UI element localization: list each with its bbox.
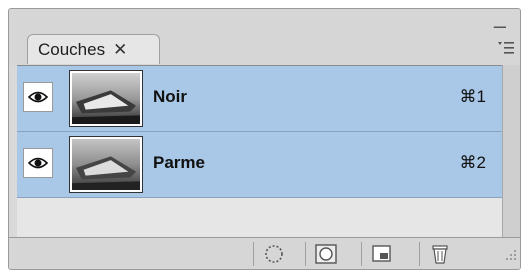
tab-label: Couches [38,39,106,59]
channel-thumbnail [69,136,143,193]
panel-menu-icon[interactable] [495,35,517,61]
channel-name: Parme [153,153,205,172]
panel-header: Couches ✕ – [9,9,520,65]
eye-icon[interactable] [23,82,53,112]
channel-list: Noir ⌘1 Parme ⌘2 [17,65,502,237]
tab-couches[interactable]: Couches ✕ [27,34,160,64]
close-icon[interactable]: ✕ [113,41,127,58]
trash-icon[interactable] [419,242,459,266]
resize-grip-icon[interactable] [503,247,517,266]
scrollbar[interactable] [502,65,520,237]
mask-icon[interactable] [305,242,345,266]
channel-row-parme[interactable]: Parme ⌘2 [17,132,502,198]
channel-name: Noir [153,87,187,106]
channel-shortcut: ⌘2 [459,153,486,172]
minimize-icon[interactable]: – [494,15,506,37]
channel-row-noir[interactable]: Noir ⌘1 [17,66,502,132]
channel-shortcut: ⌘1 [459,87,486,106]
channels-panel: Couches ✕ – Noir ⌘1 Parme ⌘2 [8,8,521,270]
channel-thumbnail [69,70,143,127]
eye-icon[interactable] [23,148,53,178]
panel-footer [9,237,520,269]
new-channel-icon[interactable] [361,242,401,266]
dotted-circle-icon[interactable] [253,242,293,266]
